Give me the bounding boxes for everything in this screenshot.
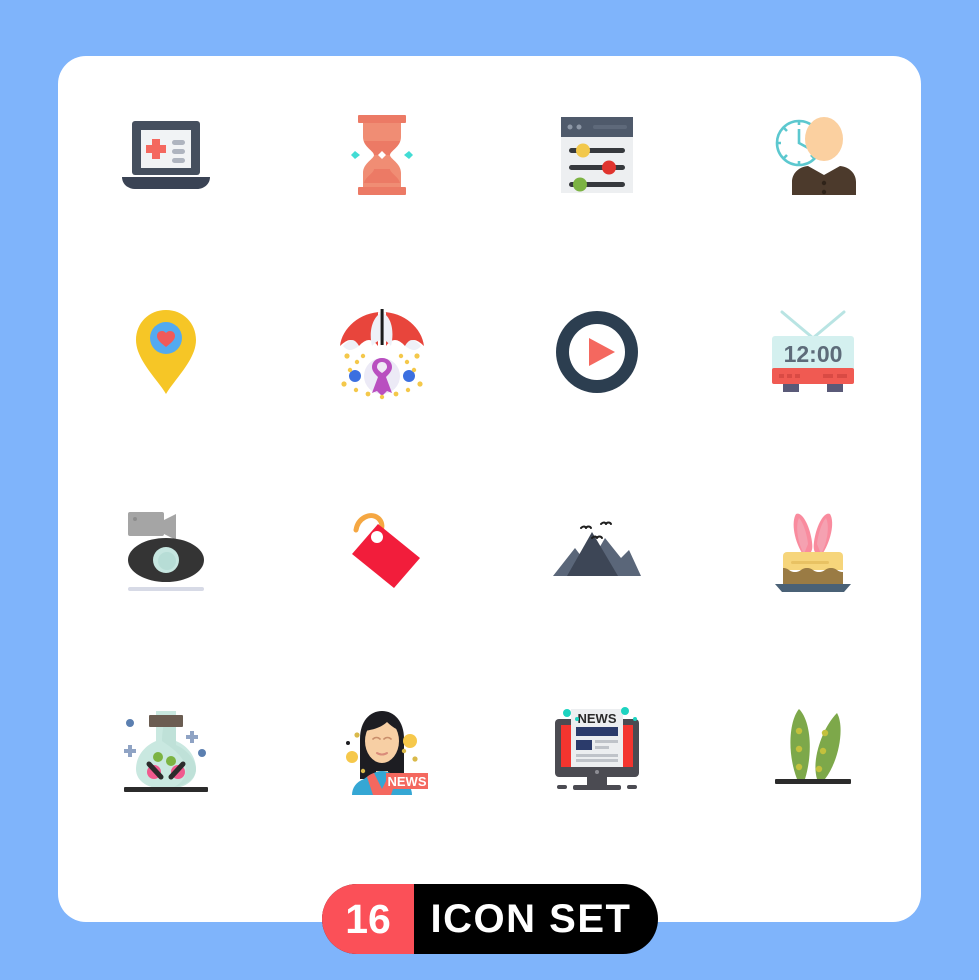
favorite-location-pin-icon bbox=[135, 310, 196, 395]
settings-sliders-icon bbox=[561, 116, 634, 193]
icon-cell-mountains[interactable] bbox=[490, 451, 706, 649]
chemistry-flask-icon bbox=[123, 711, 208, 793]
icon-set-badge: 16 ICON SET bbox=[322, 884, 658, 954]
mountains-icon bbox=[553, 521, 642, 576]
television-time-icon: 12:00 bbox=[772, 310, 855, 393]
icon-set-label: ICON SET bbox=[430, 896, 632, 941]
video-camera-record-icon bbox=[127, 511, 204, 591]
icon-cell-easter-bunny-cake[interactable] bbox=[705, 451, 921, 649]
icon-cell-cancer-awareness-umbrella[interactable] bbox=[274, 254, 490, 452]
icon-set-poster: 12:00 NEWS NEWS 16 ICON SET bbox=[0, 0, 979, 980]
icon-cell-price-tag[interactable] bbox=[274, 451, 490, 649]
icon-grid: 12:00 NEWS NEWS bbox=[58, 56, 921, 846]
icon-cell-news-monitor[interactable]: NEWS bbox=[490, 649, 706, 847]
monitor-news-label: NEWS bbox=[578, 711, 617, 726]
cancer-awareness-umbrella-icon bbox=[339, 309, 424, 400]
leaves-plant-icon bbox=[775, 709, 852, 785]
news-anchor-label: NEWS bbox=[387, 774, 426, 789]
medical-laptop-icon bbox=[121, 120, 210, 189]
icon-cell-chemistry-flask[interactable] bbox=[58, 649, 274, 847]
icon-cell-favorite-location-pin[interactable] bbox=[58, 254, 274, 452]
tv-time-text: 12:00 bbox=[784, 341, 843, 367]
icon-cell-television-time[interactable]: 12:00 bbox=[705, 254, 921, 452]
icon-cell-settings-sliders[interactable] bbox=[490, 56, 706, 254]
icon-cell-time-employee[interactable] bbox=[705, 56, 921, 254]
time-employee-icon bbox=[775, 116, 857, 195]
news-monitor-icon: NEWS bbox=[555, 707, 640, 791]
icon-cell-medical-laptop[interactable] bbox=[58, 56, 274, 254]
price-tag-icon bbox=[351, 512, 420, 588]
icon-cell-news-anchor-woman[interactable]: NEWS bbox=[274, 649, 490, 847]
play-button-icon bbox=[556, 311, 639, 394]
icon-cell-leaves-plant[interactable] bbox=[705, 649, 921, 847]
icon-count: 16 bbox=[322, 884, 414, 954]
icon-cell-play-button[interactable] bbox=[490, 254, 706, 452]
easter-bunny-cake-icon bbox=[775, 513, 852, 592]
icon-cell-hourglass[interactable] bbox=[274, 56, 490, 254]
icon-cell-video-camera-record[interactable] bbox=[58, 451, 274, 649]
hourglass-icon bbox=[350, 114, 413, 195]
news-anchor-woman-icon: NEWS bbox=[345, 711, 428, 796]
